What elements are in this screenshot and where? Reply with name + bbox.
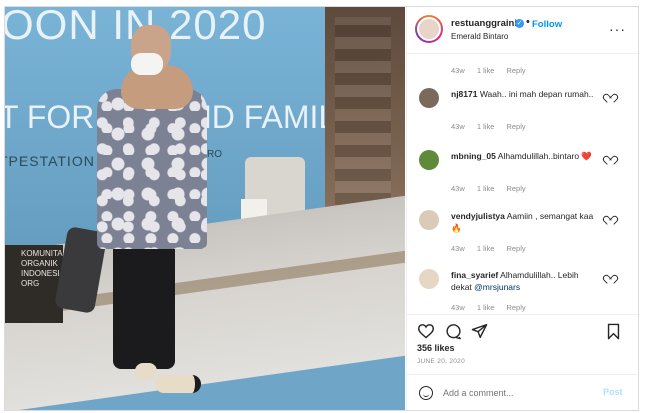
commenter-avatar[interactable] (419, 269, 439, 289)
username-link[interactable]: restuanggraini (451, 18, 517, 29)
likes-count[interactable]: 356 likes (417, 343, 455, 353)
post-header: restuanggraini ✓ • Follow Emerald Bintar… (407, 7, 638, 54)
comment-like-icon[interactable] (605, 212, 613, 220)
comment-body: fina_syarief Alhamdulillah.. Lebih dekat… (451, 269, 599, 293)
comment-meta: 43w 1 like Reply (451, 184, 536, 193)
reply-button[interactable]: Reply (506, 184, 525, 193)
person-top (97, 89, 207, 249)
more-options-icon[interactable]: ··· (609, 21, 626, 37)
comment-like-icon[interactable] (605, 90, 613, 98)
mention-link[interactable]: @mrsjunars (474, 282, 520, 292)
comment-like-icon[interactable] (605, 271, 613, 279)
comment-body: mbning_05 Alhamdulillah..bintaro ❤️ (451, 150, 599, 162)
comment-text: Alhamdulillah..bintaro ❤️ (497, 151, 592, 161)
emoji-icon[interactable] (419, 386, 433, 400)
comment-time: 43w (451, 184, 465, 193)
community-sign: KOMUNITAS ORGANIK INDONESIA ORG (5, 245, 68, 323)
comment-like-icon[interactable] (605, 152, 613, 160)
add-comment-bar: Post (407, 374, 638, 410)
comment-likes[interactable]: 1 like (477, 303, 495, 312)
comment-time: 43w (451, 303, 465, 312)
wall-text-line3: TPESTATION (5, 153, 95, 169)
comment-body: nj8171 Waah.. ini mah depan rumah.. (451, 88, 599, 100)
post-date[interactable]: JUNE 20, 2020 (417, 358, 465, 365)
post-side-panel: restuanggraini ✓ • Follow Emerald Bintar… (406, 7, 638, 410)
verified-icon: ✓ (515, 19, 524, 28)
reply-button[interactable]: Reply (506, 66, 525, 75)
comment-likes[interactable]: 1 like (477, 66, 495, 75)
bookmark-icon[interactable] (606, 323, 621, 340)
post-button[interactable]: Post (603, 387, 623, 397)
person-legs (113, 239, 175, 369)
reply-button[interactable]: Reply (506, 122, 525, 131)
commenter-avatar[interactable] (419, 210, 439, 230)
reply-button[interactable]: Reply (506, 244, 525, 253)
post-actions (407, 314, 638, 345)
person-mask (131, 53, 163, 75)
commenter-username[interactable]: fina_syarief (451, 270, 498, 280)
comment-meta: 43w 1 like Reply (451, 122, 536, 131)
post-photo[interactable]: OON IN 2020 T FOR M S AND FAMILY TPESTAT… (5, 7, 405, 410)
heart-icon[interactable] (417, 323, 435, 339)
location-link[interactable]: Emerald Bintaro (451, 32, 508, 41)
avatar[interactable] (417, 17, 441, 41)
commenter-avatar[interactable] (419, 150, 439, 170)
comment-meta: 43w 1 like Reply (451, 303, 536, 312)
follow-button[interactable]: Follow (532, 19, 562, 30)
comments-list[interactable]: 43w 1 like Reply nj8171 Waah.. ini mah d… (407, 54, 638, 314)
person-shoe-left (135, 363, 157, 379)
commenter-username[interactable]: nj8171 (451, 89, 477, 99)
post-frame: OON IN 2020 T FOR M S AND FAMILY TPESTAT… (4, 6, 639, 411)
comment-likes[interactable]: 1 like (477, 122, 495, 131)
person-shoe-right (155, 375, 201, 393)
comment-body: vendyjulistya Aamiin , semangat kaa🔥 (451, 210, 599, 234)
separator-dot: • (526, 16, 530, 28)
share-icon[interactable] (471, 323, 488, 339)
comment-icon[interactable] (445, 323, 462, 340)
comment-time: 43w (451, 244, 465, 253)
commenter-avatar[interactable] (419, 88, 439, 108)
commenter-username[interactable]: mbning_05 (451, 151, 496, 161)
comment-meta: 43w 1 like Reply (451, 66, 536, 75)
comment-likes[interactable]: 1 like (477, 244, 495, 253)
comment-meta: 43w 1 like Reply (451, 244, 536, 253)
comment-likes[interactable]: 1 like (477, 184, 495, 193)
reply-button[interactable]: Reply (506, 303, 525, 312)
commenter-username[interactable]: vendyjulistya (451, 211, 505, 221)
comment-text: Waah.. ini mah depan rumah.. (479, 89, 594, 99)
comment-time: 43w (451, 122, 465, 131)
add-comment-input[interactable] (443, 386, 593, 400)
comment-time: 43w (451, 66, 465, 75)
